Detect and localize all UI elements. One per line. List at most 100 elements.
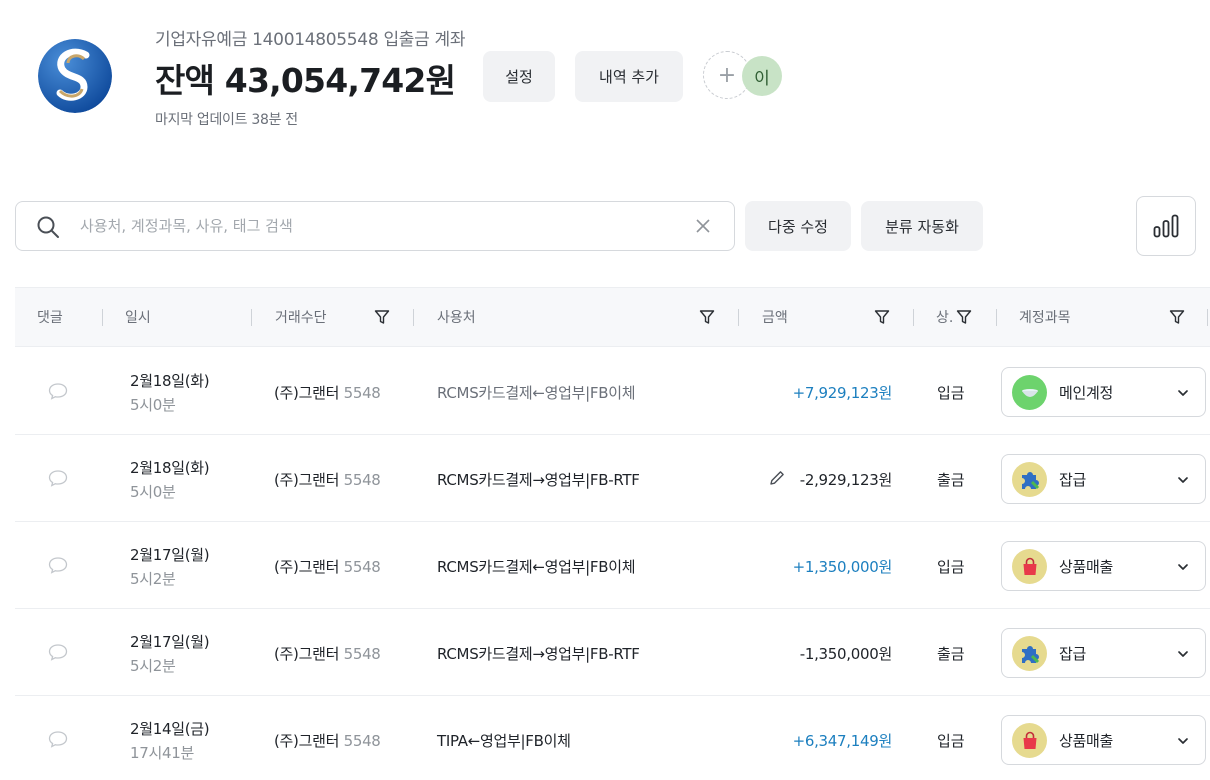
column-header-merchant: 사용처 xyxy=(437,310,476,326)
table-row[interactable]: 2월17일(월) 5시2분 (주)그랜터 5548 RCMS카드결제→영업부|F… xyxy=(15,609,1210,696)
method-name: (주)그랜터 xyxy=(274,645,340,663)
user-avatar[interactable]: 이 xyxy=(742,56,782,96)
multi-edit-button[interactable]: 다중 수정 xyxy=(745,201,851,251)
merchant: RCMS카드결제←영업부|FB이체 xyxy=(437,384,636,402)
payment-method: (주)그랜터 5548 xyxy=(274,556,381,577)
search-box xyxy=(15,201,735,251)
last-update-text: 마지막 업데이트 38분 전 xyxy=(155,112,298,128)
method-name: (주)그랜터 xyxy=(274,471,340,489)
table-row[interactable]: 2월17일(월) 5시2분 (주)그랜터 5548 RCMS카드결제←영업부|F… xyxy=(15,522,1210,609)
column-header-method: 거래수단 xyxy=(275,310,327,326)
comment-icon[interactable] xyxy=(48,469,68,487)
amount: -2,929,123원 xyxy=(799,471,893,489)
column-divider xyxy=(996,309,997,326)
column-divider xyxy=(913,309,914,326)
comment-icon[interactable] xyxy=(48,730,68,748)
chevron-down-icon xyxy=(1178,738,1188,744)
balance-amount: 잔액 43,054,742원 xyxy=(155,61,456,100)
filter-icon[interactable] xyxy=(874,309,890,325)
shopping-bag-icon xyxy=(1012,549,1047,584)
table-row[interactable]: 2월18일(화) 5시0분 (주)그랜터 5548 RCMS카드결제←영업부|F… xyxy=(15,348,1210,435)
chevron-down-icon xyxy=(1178,651,1188,657)
puzzle-icon xyxy=(1012,462,1047,497)
account-name: 기업자유예금 140014805548 입출금 계좌 xyxy=(155,30,466,50)
card-number: 5548 xyxy=(343,645,381,663)
merchant: RCMS카드결제→영업부|FB-RTF xyxy=(437,645,640,663)
account-category-select[interactable]: 잡급 xyxy=(1001,628,1206,678)
account-category-select[interactable]: 상품매출 xyxy=(1001,541,1206,591)
transaction-time: 5시2분 xyxy=(130,570,176,588)
clear-search-icon[interactable] xyxy=(694,217,712,235)
account-category-label: 상품매출 xyxy=(1059,558,1114,576)
merchant: TIPA←영업부|FB이체 xyxy=(437,732,571,750)
method-name: (주)그랜터 xyxy=(274,732,340,750)
avatar-initial: 이 xyxy=(754,68,770,89)
comment-icon[interactable] xyxy=(48,556,68,574)
add-history-button[interactable]: 내역 추가 xyxy=(575,51,683,102)
column-header-amount: 금액 xyxy=(762,310,788,326)
account-category-select[interactable]: 메인계정 xyxy=(1001,367,1206,417)
column-header-status: 상. xyxy=(936,310,954,326)
table-row[interactable]: 2월14일(금) 17시41분 (주)그랜터 5548 TIPA←영업부|FB이… xyxy=(15,696,1210,780)
account-category-select[interactable]: 잡급 xyxy=(1001,454,1206,504)
filter-icon[interactable] xyxy=(956,309,972,325)
account-category-label: 메인계정 xyxy=(1059,384,1114,402)
transaction-status: 입금 xyxy=(937,558,965,576)
payment-method: (주)그랜터 5548 xyxy=(274,730,381,751)
account-category-label: 잡급 xyxy=(1059,471,1087,489)
merchant: RCMS카드결제←영업부|FB이체 xyxy=(437,558,636,576)
card-number: 5548 xyxy=(343,732,381,750)
amount: +7,929,123원 xyxy=(792,384,893,402)
puzzle-icon xyxy=(1012,636,1047,671)
amount: +6,347,149원 xyxy=(792,732,893,750)
transaction-date: 2월17일(월) xyxy=(130,546,210,564)
transaction-date: 2월18일(화) xyxy=(130,372,210,390)
column-divider xyxy=(102,309,103,326)
transaction-status: 입금 xyxy=(937,384,965,402)
column-divider xyxy=(251,309,252,326)
bank-logo-icon xyxy=(38,39,112,113)
table-header: 댓글 일시 거래수단 사용처 금액 상. 계정과목 xyxy=(15,287,1210,347)
chart-view-button[interactable] xyxy=(1136,196,1196,256)
column-divider xyxy=(413,309,414,326)
card-number: 5548 xyxy=(343,471,381,489)
column-header-comment: 댓글 xyxy=(37,310,63,326)
bowl-icon xyxy=(1012,375,1047,410)
payment-method: (주)그랜터 5548 xyxy=(274,382,381,403)
payment-method: (주)그랜터 5548 xyxy=(274,469,381,490)
merchant: RCMS카드결제→영업부|FB-RTF xyxy=(437,471,640,489)
card-number: 5548 xyxy=(343,384,381,402)
chevron-down-icon xyxy=(1178,390,1188,396)
chevron-down-icon xyxy=(1178,477,1188,483)
column-header-datetime: 일시 xyxy=(125,310,151,326)
account-category-label: 상품매출 xyxy=(1059,732,1114,750)
shopping-bag-icon xyxy=(1012,723,1047,758)
plus-icon: + xyxy=(717,62,737,88)
pencil-icon[interactable] xyxy=(768,469,786,487)
filter-icon[interactable] xyxy=(374,309,390,325)
comment-icon[interactable] xyxy=(48,382,68,400)
transaction-time: 5시2분 xyxy=(130,657,176,675)
transaction-time: 5시0분 xyxy=(130,396,176,414)
card-number: 5548 xyxy=(343,558,381,576)
transaction-date: 2월18일(화) xyxy=(130,459,210,477)
chevron-down-icon xyxy=(1178,564,1188,570)
transaction-time: 5시0분 xyxy=(130,483,176,501)
comment-icon[interactable] xyxy=(48,643,68,661)
filter-icon[interactable] xyxy=(1169,309,1185,325)
filter-icon[interactable] xyxy=(699,309,715,325)
account-category-label: 잡급 xyxy=(1059,645,1087,663)
transaction-date: 2월14일(금) xyxy=(130,720,210,738)
transaction-time: 17시41분 xyxy=(130,744,194,762)
column-divider xyxy=(1207,309,1208,326)
payment-method: (주)그랜터 5548 xyxy=(274,643,381,664)
transaction-status: 출금 xyxy=(937,471,965,489)
account-category-select[interactable]: 상품매출 xyxy=(1001,715,1206,765)
method-name: (주)그랜터 xyxy=(274,384,340,402)
search-input[interactable] xyxy=(80,211,680,241)
table-row[interactable]: 2월18일(화) 5시0분 (주)그랜터 5548 RCMS카드결제→영업부|F… xyxy=(15,435,1210,522)
auto-classify-button[interactable]: 분류 자동화 xyxy=(861,201,983,251)
settings-button[interactable]: 설정 xyxy=(483,51,555,102)
method-name: (주)그랜터 xyxy=(274,558,340,576)
transaction-date: 2월17일(월) xyxy=(130,633,210,651)
